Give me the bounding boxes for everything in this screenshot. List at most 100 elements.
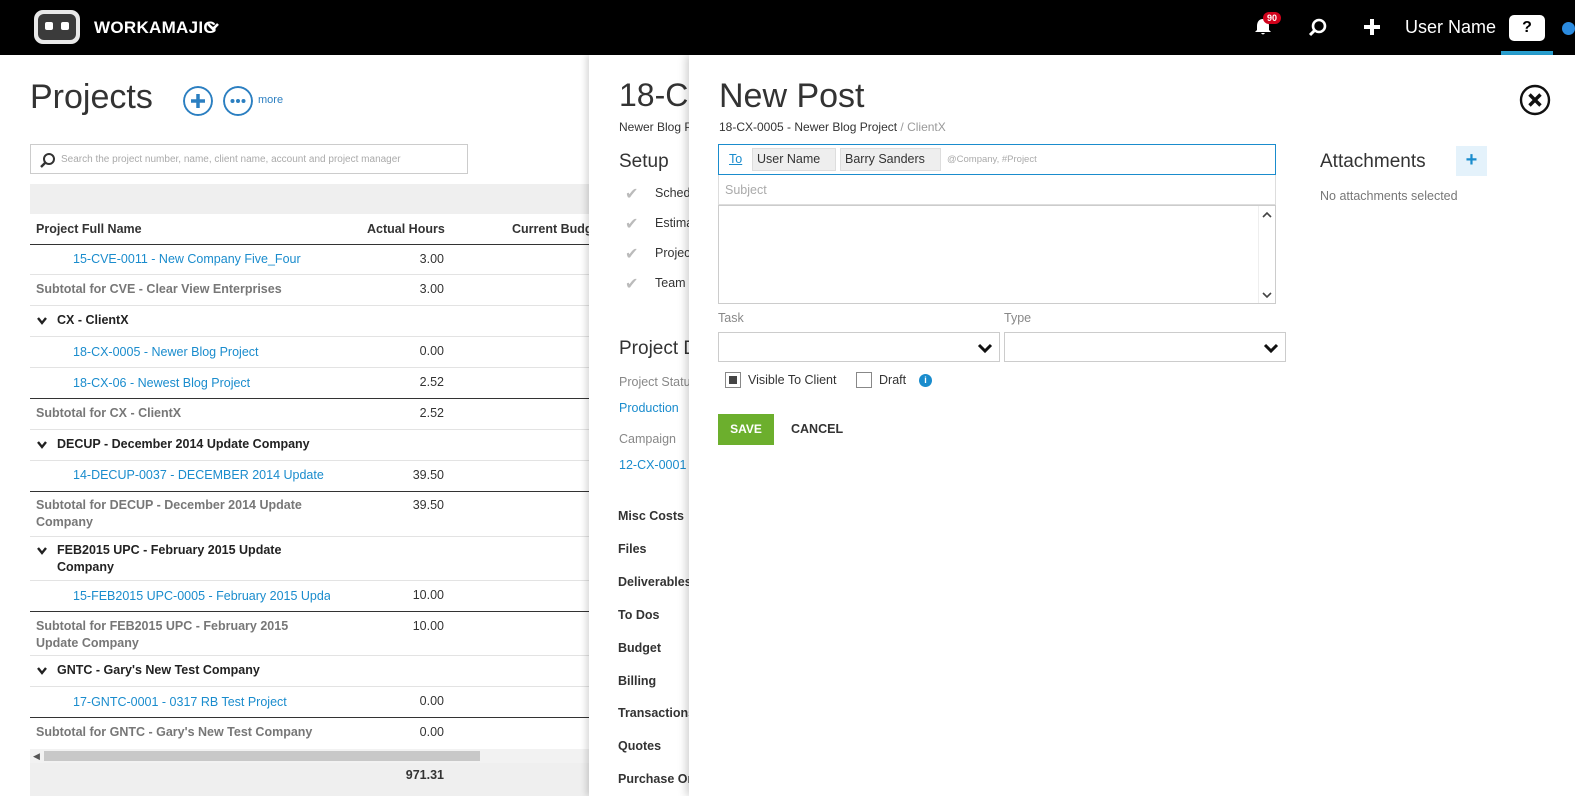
more-link[interactable]: more <box>258 94 283 106</box>
project-link[interactable]: 18-CX-0005 - Newer Blog Project <box>73 344 259 361</box>
task-select[interactable] <box>718 332 1000 362</box>
search-icon[interactable] <box>1307 16 1329 38</box>
attachments-empty-text: No attachments selected <box>1320 189 1458 203</box>
chevron-up-icon[interactable] <box>1262 211 1272 219</box>
actual-hours-value: 3.00 <box>419 282 444 296</box>
help-button[interactable]: ? <box>1509 15 1545 41</box>
check-icon: ✔ <box>625 246 639 263</box>
user-name-menu[interactable]: User Name <box>1405 17 1496 38</box>
to-label-link[interactable]: To <box>729 152 742 166</box>
brand-name[interactable]: WORKAMAJIG <box>94 18 217 38</box>
plus-icon[interactable] <box>1361 16 1383 38</box>
task-label: Task <box>718 311 744 325</box>
visible-to-client-checkbox[interactable] <box>725 372 741 388</box>
group-label: CX - ClientX <box>57 313 129 327</box>
setup-item-schedule[interactable]: Schedule <box>655 186 689 200</box>
subtotal-label: Subtotal for GNTC - Gary's New Test Comp… <box>36 725 313 739</box>
scroll-left-icon[interactable]: ◀ <box>33 751 40 762</box>
save-button[interactable]: SAVE <box>718 414 774 445</box>
nav-billing[interactable]: Billing <box>618 674 656 688</box>
project-status-label: Project Status <box>619 375 689 389</box>
nav-budget[interactable]: Budget <box>618 641 661 655</box>
chevron-down-icon[interactable] <box>36 316 48 326</box>
draft-checkbox[interactable] <box>856 372 872 388</box>
search-icon <box>40 153 55 168</box>
setup-item-team[interactable]: Team <box>655 276 686 290</box>
draft-label[interactable]: Draft <box>879 373 906 387</box>
project-link[interactable]: 18-CX-06 - Newest Blog Project <box>73 375 250 392</box>
project-link[interactable]: 17-GNTC-0001 - 0317 RB Test Project <box>73 694 287 711</box>
project-status-value[interactable]: Production <box>619 401 679 415</box>
setup-item-estimate[interactable]: Estimate <box>655 216 689 230</box>
actual-hours-value: 39.50 <box>412 498 444 512</box>
subtotal-label-continued: Company <box>36 515 93 529</box>
chevron-down-icon <box>1263 343 1279 354</box>
check-icon: ✔ <box>625 216 639 233</box>
subtotal-label-continued: Update Company <box>36 636 139 650</box>
vertical-scrollbar[interactable] <box>1258 206 1275 303</box>
search-placeholder: Search the project number, name, client … <box>61 154 401 165</box>
to-recipients-field[interactable]: To User Name Barry Sanders @Company, #Pr… <box>718 144 1276 175</box>
chevron-down-icon[interactable] <box>36 546 48 556</box>
header-row <box>30 214 590 245</box>
nav-to-dos[interactable]: To Dos <box>618 608 659 622</box>
group-label: DECUP - December 2014 Update Company <box>57 437 310 451</box>
chevron-down-icon[interactable] <box>1262 291 1272 299</box>
recipient-chip[interactable]: User Name <box>752 148 836 171</box>
close-icon[interactable] <box>1519 84 1551 116</box>
project-title: 18-CX-0005 - Newer Blog Project <box>619 77 689 113</box>
campaign-label: Campaign <box>619 432 676 446</box>
cancel-button[interactable]: CANCEL <box>791 422 843 436</box>
status-dot <box>1562 22 1575 35</box>
recipient-chip[interactable]: Barry Sanders <box>840 148 941 171</box>
nav-files[interactable]: Files <box>618 542 647 556</box>
subtotal-label: Subtotal for CX - ClientX <box>36 406 182 420</box>
actual-hours-value: 10.00 <box>412 619 444 633</box>
group-label: FEB2015 UPC - February 2015 Update <box>57 543 282 557</box>
project-details-heading: Project Details <box>619 338 689 359</box>
group-label: GNTC - Gary's New Test Company <box>57 663 260 677</box>
project-link[interactable]: 15-CVE-0011 - New Company Five_Four <box>73 251 301 268</box>
project-detail-panel: 18-CX-0005 - Newer Blog Project Newer Bl… <box>589 55 689 796</box>
actual-hours-value: 2.52 <box>419 406 444 420</box>
nav-transactions[interactable]: Transactions <box>618 706 689 720</box>
nav-deliverables[interactable]: Deliverables <box>618 575 689 589</box>
message-body-textarea[interactable] <box>718 205 1276 304</box>
post-client-ref: / ClientX <box>897 120 946 134</box>
chevron-down-icon[interactable] <box>36 440 48 450</box>
scrollbar-thumb[interactable] <box>44 751 480 761</box>
notification-count-badge[interactable]: 90 <box>1263 12 1282 24</box>
chevron-down-icon[interactable] <box>36 666 48 676</box>
type-label: Type <box>1004 311 1032 325</box>
project-link[interactable]: 14-DECUP-0037 - DECEMBER 2014 Update <box>73 467 324 484</box>
project-search-input[interactable]: Search the project number, name, client … <box>30 144 468 174</box>
post-breadcrumb: 18-CX-0005 - Newer Blog Project / Client… <box>719 120 946 134</box>
more-options-icon[interactable] <box>223 86 253 116</box>
subtotal-label: Subtotal for DECUP - December 2014 Updat… <box>36 498 302 512</box>
info-icon[interactable]: i <box>919 374 932 387</box>
attachments-heading: Attachments <box>1320 151 1426 172</box>
chevron-down-icon[interactable] <box>206 20 220 34</box>
visible-to-client-label[interactable]: Visible To Client <box>748 373 836 387</box>
add-project-button[interactable] <box>183 86 213 116</box>
add-attachment-button[interactable]: + <box>1456 146 1487 176</box>
nav-purchase-orders[interactable]: Purchase Orders <box>618 772 689 786</box>
post-project-ref[interactable]: 18-CX-0005 - Newer Blog Project <box>719 120 897 134</box>
subject-input[interactable]: Subject <box>718 175 1276 205</box>
workamajig-logo[interactable] <box>34 10 80 44</box>
check-icon: ✔ <box>625 276 639 293</box>
grid-toolbar <box>30 184 590 214</box>
project-link[interactable]: 15-FEB2015 UPC-0005 - February 2015 Upda… <box>73 588 330 605</box>
check-icon: ✔ <box>625 186 639 203</box>
campaign-link[interactable]: 12-CX-0001 - <box>619 458 689 472</box>
project-subtitle: Newer Blog Project <box>619 120 689 134</box>
new-post-title: New Post <box>719 77 865 115</box>
nav-misc-costs[interactable]: Misc Costs <box>618 509 684 523</box>
type-select[interactable] <box>1004 332 1286 362</box>
chevron-down-icon <box>977 343 993 354</box>
to-placeholder: @Company, #Project <box>947 154 1037 165</box>
setup-item-project[interactable]: Project <box>655 246 689 260</box>
nav-quotes[interactable]: Quotes <box>618 739 661 753</box>
horizontal-scrollbar[interactable]: ◀ <box>30 749 590 763</box>
actual-hours-value: 3.00 <box>419 252 444 266</box>
